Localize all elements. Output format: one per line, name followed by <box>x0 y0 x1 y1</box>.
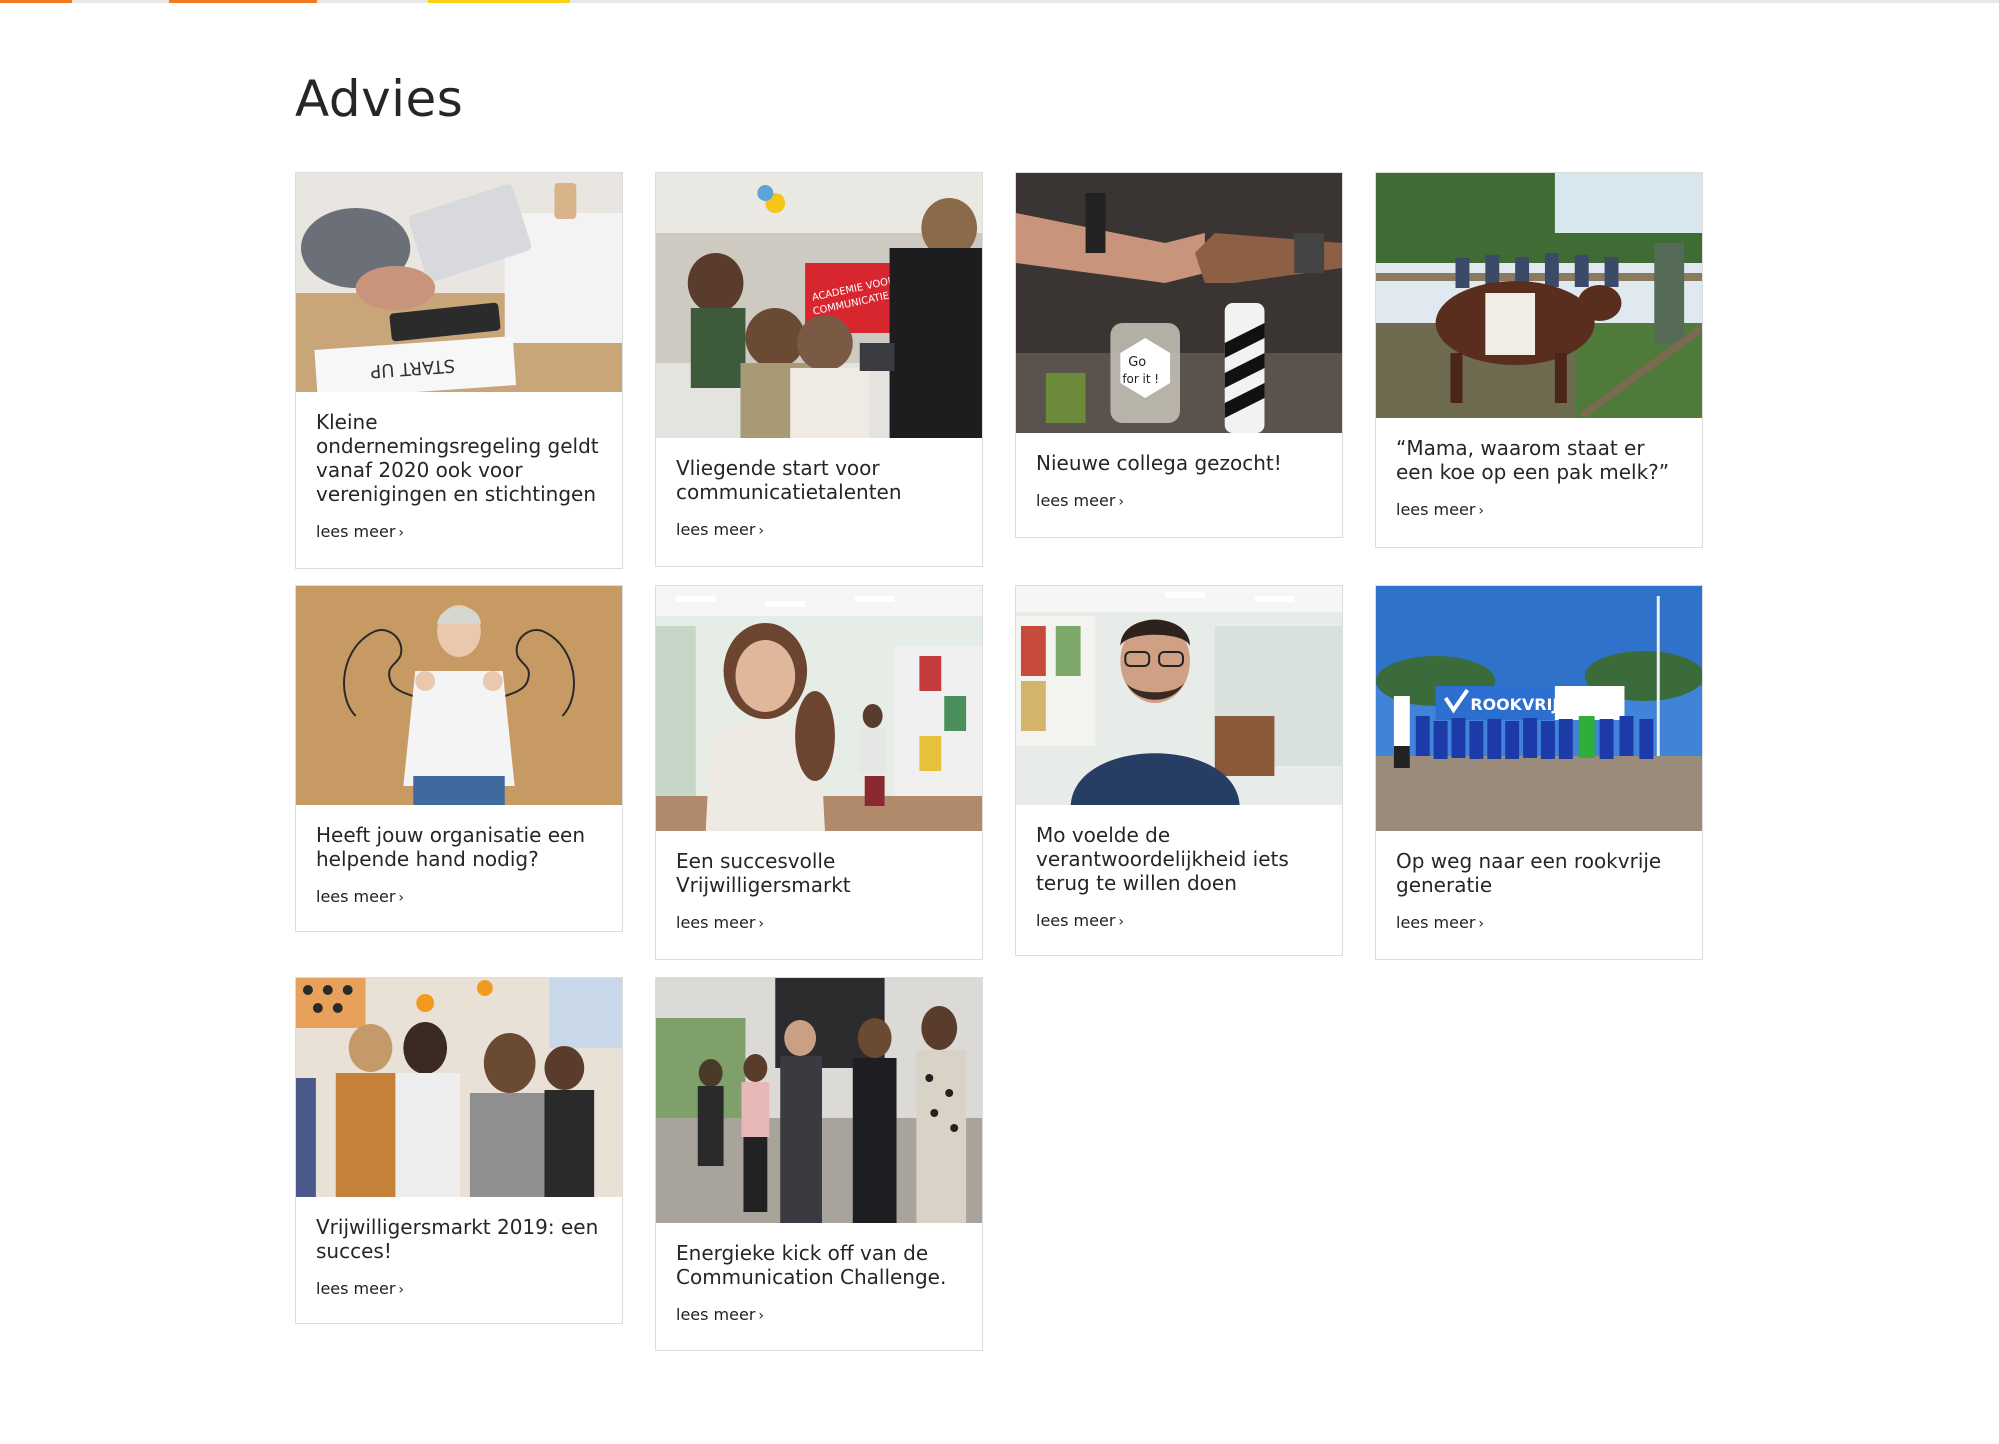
card-image[interactable] <box>656 978 982 1223</box>
article-card[interactable]: “Mama, waarom staat er een koe op een pa… <box>1375 172 1703 548</box>
article-card[interactable]: Go for it ! Nieuwe collega gezocht! lees… <box>1015 172 1343 538</box>
article-card[interactable]: Heeft jouw organisatie een helpende hand… <box>295 585 623 932</box>
read-more-label: lees meer <box>316 522 396 541</box>
chevron-right-icon: › <box>398 525 405 541</box>
read-more-link[interactable]: lees meer › <box>676 1305 764 1324</box>
brand-stripe-segment <box>169 0 317 3</box>
article-card[interactable]: Vrijwilligersmarkt 2019: een succes! lee… <box>295 977 623 1324</box>
read-more-link[interactable]: lees meer › <box>1036 491 1124 510</box>
card-image[interactable] <box>1376 173 1702 418</box>
chevron-right-icon: › <box>398 890 405 906</box>
chevron-right-icon: › <box>1478 916 1485 932</box>
read-more-label: lees meer <box>316 1279 396 1298</box>
card-image[interactable] <box>656 586 982 831</box>
chevron-right-icon: › <box>1118 914 1125 930</box>
article-card[interactable]: Energieke kick off van de Communication … <box>655 977 983 1351</box>
card-image[interactable] <box>296 978 622 1197</box>
page-title: Advies <box>295 70 464 128</box>
read-more-label: lees meer <box>316 887 396 906</box>
man-glasses-office-photo <box>1016 586 1342 805</box>
read-more-link[interactable]: lees meer › <box>1036 911 1124 930</box>
card-title[interactable]: Heeft jouw organisatie een helpende hand… <box>316 823 602 871</box>
chevron-right-icon: › <box>1478 503 1485 519</box>
article-card[interactable]: ACADEMIE VOOR COMMUNICATIE Vliegende sta… <box>655 172 983 567</box>
brand-stripe-segment <box>0 0 72 3</box>
article-card[interactable]: Een succesvolle Vrijwilligersmarkt lees … <box>655 585 983 960</box>
fist-bump-go-for-it-photo: Go for it ! <box>1016 173 1342 433</box>
communication-academy-photo: ACADEMIE VOOR COMMUNICATIE <box>656 173 982 438</box>
read-more-link[interactable]: lees meer › <box>316 522 404 541</box>
svg-text:ROOKVRIJ: ROOKVRIJ <box>1470 695 1558 714</box>
svg-text:Go: Go <box>1128 355 1146 370</box>
card-image[interactable]: START UP <box>296 173 622 392</box>
kick-off-group-photo <box>656 978 982 1223</box>
read-more-label: lees meer <box>676 520 756 539</box>
read-more-link[interactable]: lees meer › <box>316 1279 404 1298</box>
chevron-right-icon: › <box>758 1308 765 1324</box>
article-card[interactable]: Mo voelde de verantwoordelijkheid iets t… <box>1015 585 1343 956</box>
card-title[interactable]: Een succesvolle Vrijwilligersmarkt <box>676 849 962 897</box>
read-more-link[interactable]: lees meer › <box>1396 913 1484 932</box>
read-more-label: lees meer <box>1036 491 1116 510</box>
read-more-label: lees meer <box>676 1305 756 1324</box>
read-more-link[interactable]: lees meer › <box>676 913 764 932</box>
card-title[interactable]: Nieuwe collega gezocht! <box>1036 451 1322 475</box>
card-image[interactable]: Go for it ! <box>1016 173 1342 433</box>
card-title[interactable]: Energieke kick off van de Communication … <box>676 1241 962 1289</box>
read-more-label: lees meer <box>1396 500 1476 519</box>
chevron-right-icon: › <box>1118 494 1125 510</box>
chevron-right-icon: › <box>758 916 765 932</box>
card-title[interactable]: Vliegende start voor communicatietalente… <box>676 456 962 504</box>
card-image[interactable]: ROOKVRIJ <box>1376 586 1702 831</box>
svg-text:for it !: for it ! <box>1122 372 1159 386</box>
read-more-label: lees meer <box>1036 911 1116 930</box>
read-more-label: lees meer <box>676 913 756 932</box>
strong-arms-woman-photo <box>296 586 622 805</box>
football-team-rookvrij-photo: ROOKVRIJ <box>1376 586 1702 831</box>
card-title[interactable]: Mo voelde de verantwoordelijkheid iets t… <box>1036 823 1322 895</box>
read-more-link[interactable]: lees meer › <box>676 520 764 539</box>
card-title[interactable]: Kleine ondernemingsregeling geldt vanaf … <box>316 410 602 506</box>
card-title[interactable]: Vrijwilligersmarkt 2019: een succes! <box>316 1215 602 1263</box>
brand-stripe-segment <box>428 0 570 3</box>
chevron-right-icon: › <box>758 523 765 539</box>
article-card[interactable]: ROOKVRIJ Op weg naar een rookvrije gener… <box>1375 585 1703 960</box>
cow-at-fence-photo <box>1376 173 1702 418</box>
volunteer-market-crowd-photo <box>296 978 622 1197</box>
read-more-link[interactable]: lees meer › <box>316 887 404 906</box>
card-title[interactable]: Op weg naar een rookvrije generatie <box>1396 849 1682 897</box>
card-image[interactable]: ACADEMIE VOOR COMMUNICATIE <box>656 173 982 438</box>
chevron-right-icon: › <box>398 1282 405 1298</box>
calculator-start-up-photo: START UP <box>296 173 622 392</box>
article-card[interactable]: START UP Kleine ondernemingsregeling gel… <box>295 172 623 569</box>
card-image[interactable] <box>296 586 622 805</box>
read-more-link[interactable]: lees meer › <box>1396 500 1484 519</box>
card-image[interactable] <box>1016 586 1342 805</box>
smiling-woman-office-photo <box>656 586 982 831</box>
card-title[interactable]: “Mama, waarom staat er een koe op een pa… <box>1396 436 1682 484</box>
read-more-label: lees meer <box>1396 913 1476 932</box>
top-brand-stripe <box>0 0 1999 3</box>
